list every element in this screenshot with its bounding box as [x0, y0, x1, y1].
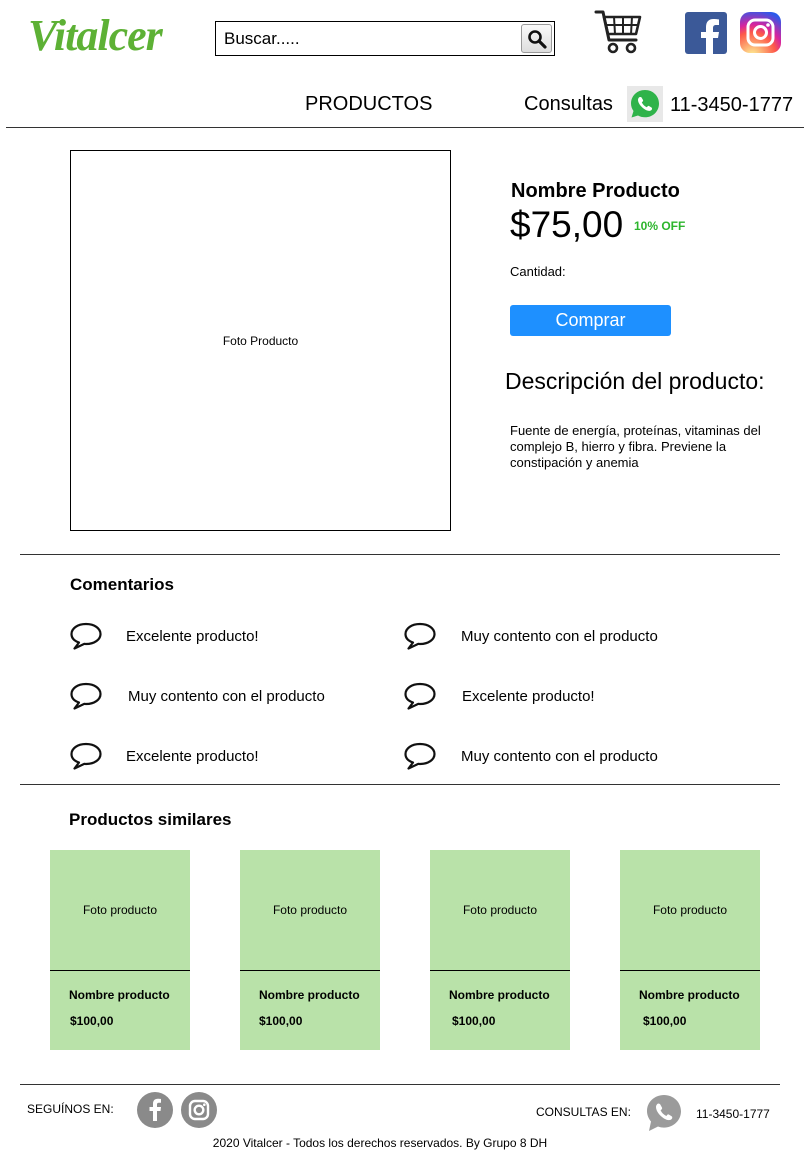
- comment-item: [69, 621, 103, 656]
- similar-product-card[interactable]: Foto producto Nombre producto $100,00: [240, 850, 380, 1050]
- footer-follow-label: SEGUÍNOS EN:: [27, 1102, 114, 1116]
- instagram-icon[interactable]: [740, 12, 781, 53]
- comment-text: Muy contento con el producto: [461, 628, 658, 645]
- comment-text: Excelente producto!: [462, 688, 595, 705]
- search-input[interactable]: [224, 22, 514, 55]
- buy-button[interactable]: Comprar: [510, 305, 671, 336]
- comments-title: Comentarios: [70, 575, 174, 594]
- product-photo-label: Foto Producto: [222, 333, 299, 348]
- similar-product-photo: Foto producto: [50, 850, 190, 971]
- product-photo: Foto Producto: [70, 150, 451, 531]
- similar-product-photo: Foto producto: [620, 850, 760, 971]
- description-text: Fuente de energía, proteínas, vitaminas …: [510, 423, 761, 470]
- comment-icon: [404, 622, 436, 650]
- product-price: $75,00: [510, 204, 624, 245]
- comment-item: [69, 741, 103, 776]
- comment-text: Muy contento con el producto: [128, 688, 325, 705]
- comment-item: [69, 681, 103, 716]
- similar-product-photo-label: Foto producto: [652, 903, 728, 917]
- facebook-icon[interactable]: [685, 12, 727, 54]
- similar-product-photo-label: Foto producto: [82, 903, 158, 917]
- product-name: Nombre Producto: [511, 180, 680, 202]
- footer-facebook-icon[interactable]: [137, 1092, 173, 1128]
- similar-product-price: $100,00: [452, 1014, 496, 1028]
- similar-product-card[interactable]: Foto producto Nombre producto $100,00: [430, 850, 570, 1050]
- similar-product-card[interactable]: Foto producto Nombre producto $100,00: [620, 850, 760, 1050]
- similar-product-name: Nombre producto: [69, 988, 170, 1002]
- comment-text: Excelente producto!: [126, 628, 259, 645]
- quantity-label: Cantidad:: [510, 264, 566, 279]
- cart-icon[interactable]: [594, 8, 644, 56]
- footer-phone: 11-3450-1777: [696, 1107, 770, 1121]
- description-title: Descripción del producto:: [505, 368, 765, 394]
- similar-product-price: $100,00: [70, 1014, 114, 1028]
- section-divider: [20, 554, 780, 555]
- nav-consultas[interactable]: Consultas: [524, 93, 613, 116]
- copyright: 2020 Vitalcer - Todos los derechos reser…: [212, 1136, 548, 1150]
- comment-text: Excelente producto!: [126, 748, 259, 765]
- discount-badge: 10% OFF: [634, 219, 686, 233]
- nav-productos[interactable]: PRODUCTOS: [305, 93, 432, 116]
- similar-product-price: $100,00: [643, 1014, 687, 1028]
- similar-product-card[interactable]: Foto producto Nombre producto $100,00: [50, 850, 190, 1050]
- comment-icon: [70, 682, 102, 710]
- footer-divider: [20, 1084, 780, 1085]
- header-divider: [6, 127, 804, 128]
- similar-product-photo: Foto producto: [240, 850, 380, 971]
- comment-item: [403, 741, 437, 776]
- search-icon: [527, 29, 547, 49]
- whatsapp-icon[interactable]: [627, 86, 663, 122]
- comment-icon: [404, 682, 436, 710]
- similar-product-name: Nombre producto: [639, 988, 740, 1002]
- comment-icon: [404, 742, 436, 770]
- similar-title: Productos similares: [69, 810, 232, 829]
- similar-product-name: Nombre producto: [449, 988, 550, 1002]
- comment-icon: [70, 622, 102, 650]
- search-button[interactable]: [521, 24, 552, 53]
- similar-product-photo: Foto producto: [430, 850, 570, 971]
- similar-product-name: Nombre producto: [259, 988, 360, 1002]
- search-box: [215, 21, 555, 56]
- section-divider: [20, 784, 780, 785]
- comment-text: Muy contento con el producto: [461, 748, 658, 765]
- comment-item: [403, 681, 437, 716]
- similar-product-photo-label: Foto producto: [462, 903, 538, 917]
- logo[interactable]: Vitalcer: [28, 10, 163, 61]
- comment-item: [403, 621, 437, 656]
- header-phone: 11-3450-1777: [670, 94, 794, 116]
- phone-icon[interactable]: [645, 1093, 683, 1133]
- footer-instagram-icon[interactable]: [181, 1092, 217, 1128]
- footer-contact-label: CONSULTAS EN:: [536, 1105, 631, 1119]
- comment-icon: [70, 742, 102, 770]
- similar-product-price: $100,00: [259, 1014, 303, 1028]
- similar-product-photo-label: Foto producto: [272, 903, 348, 917]
